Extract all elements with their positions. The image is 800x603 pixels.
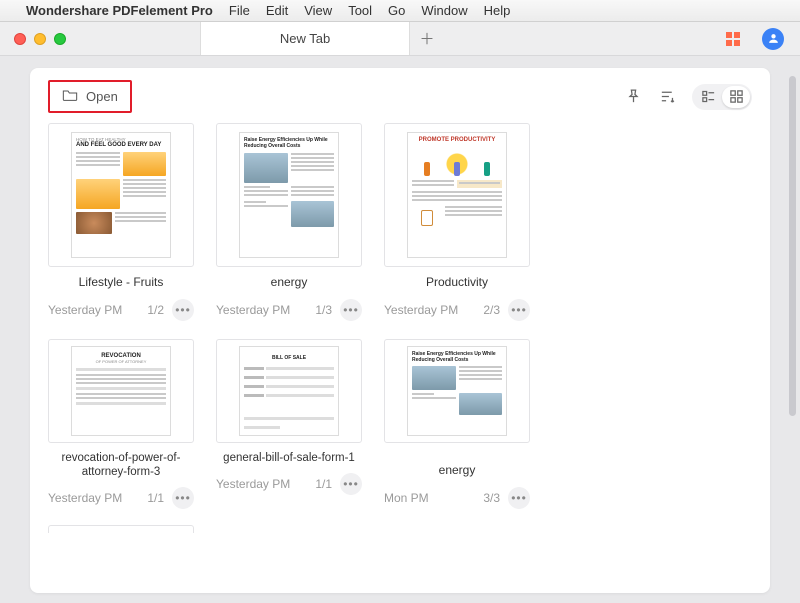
file-pages: 3/3: [483, 491, 500, 505]
open-button-label: Open: [86, 89, 118, 104]
window-titlebar: New Tab ＋: [0, 22, 800, 56]
folder-open-icon: [62, 88, 78, 105]
scrollbar[interactable]: [789, 76, 796, 496]
more-options-button[interactable]: •••: [172, 487, 194, 509]
file-pages: 1/1: [315, 477, 332, 491]
grid-view-button[interactable]: [722, 86, 750, 108]
menu-file[interactable]: File: [229, 3, 250, 18]
tab-new[interactable]: New Tab: [200, 22, 410, 55]
file-date: Yesterday PM: [48, 491, 122, 505]
view-toggle: [692, 84, 752, 110]
more-options-button[interactable]: •••: [508, 299, 530, 321]
fullscreen-window-button[interactable]: [54, 33, 66, 45]
tab-label: New Tab: [280, 31, 330, 46]
menu-edit[interactable]: Edit: [266, 3, 288, 18]
file-pages: 1/2: [147, 303, 164, 317]
file-date: Yesterday PM: [384, 303, 458, 317]
file-date: Yesterday PM: [216, 303, 290, 317]
file-pages: 1/1: [147, 491, 164, 505]
sort-icon[interactable]: [658, 88, 676, 106]
more-options-button[interactable]: •••: [172, 299, 194, 321]
file-thumbnail: HOW TO EAT HEALTHY AND FEEL GOOD EVERY D…: [48, 123, 194, 267]
list-view-button[interactable]: [694, 86, 722, 108]
file-title: energy: [384, 463, 530, 479]
file-pages: 2/3: [483, 303, 500, 317]
home-panel: Open: [30, 68, 770, 593]
file-card[interactable]: REVOCATION OF POWER OF ATTORNEY revocati…: [48, 339, 194, 509]
recent-files-grid: HOW TO EAT HEALTHY AND FEEL GOOD EVERY D…: [48, 123, 752, 509]
scrollbar-thumb[interactable]: [789, 76, 796, 416]
menu-window[interactable]: Window: [421, 3, 467, 18]
apps-icon[interactable]: [726, 32, 740, 46]
file-card[interactable]: Raise Energy Efficiencies Up While Reduc…: [216, 123, 362, 321]
file-date: Mon PM: [384, 491, 429, 505]
more-options-button[interactable]: •••: [340, 473, 362, 495]
file-card-partial: [48, 525, 194, 533]
app-menu[interactable]: Wondershare PDFelement Pro: [26, 3, 213, 18]
system-menubar: Wondershare PDFelement Pro File Edit Vie…: [0, 0, 800, 22]
menu-help[interactable]: Help: [484, 3, 511, 18]
pin-icon[interactable]: [624, 88, 642, 106]
file-thumbnail: REVOCATION OF POWER OF ATTORNEY: [48, 339, 194, 443]
file-card[interactable]: BILL OF SALE general-bill-of-sale-form-1: [216, 339, 362, 509]
more-options-button[interactable]: •••: [508, 487, 530, 509]
menu-go[interactable]: Go: [388, 3, 405, 18]
file-thumbnail: BILL OF SALE: [216, 339, 362, 443]
new-tab-button[interactable]: ＋: [410, 22, 444, 56]
file-title: general-bill-of-sale-form-1: [216, 451, 362, 465]
close-window-button[interactable]: [14, 33, 26, 45]
file-card[interactable]: HOW TO EAT HEALTHY AND FEEL GOOD EVERY D…: [48, 123, 194, 321]
file-pages: 1/3: [315, 303, 332, 317]
window-controls: [0, 33, 80, 45]
file-title: Productivity: [384, 275, 530, 291]
account-avatar[interactable]: [762, 28, 784, 50]
menu-view[interactable]: View: [304, 3, 332, 18]
minimize-window-button[interactable]: [34, 33, 46, 45]
file-title: energy: [216, 275, 362, 291]
file-card[interactable]: PROMOTE PRODUCTIVITY Productivity Yester…: [384, 123, 530, 321]
file-date: Yesterday PM: [216, 477, 290, 491]
file-thumbnail: PROMOTE PRODUCTIVITY: [384, 123, 530, 267]
more-options-button[interactable]: •••: [340, 299, 362, 321]
file-thumbnail: Raise Energy Efficiencies Up While Reduc…: [384, 339, 530, 443]
file-thumbnail: Raise Energy Efficiencies Up While Reduc…: [216, 123, 362, 267]
file-date: Yesterday PM: [48, 303, 122, 317]
file-card[interactable]: Raise Energy Efficiencies Up While Reduc…: [384, 339, 530, 509]
open-button[interactable]: Open: [48, 80, 132, 113]
file-title: Lifestyle - Fruits: [48, 275, 194, 291]
file-title: revocation-of-power-of-attorney-form-3: [48, 451, 194, 479]
menu-tool[interactable]: Tool: [348, 3, 372, 18]
